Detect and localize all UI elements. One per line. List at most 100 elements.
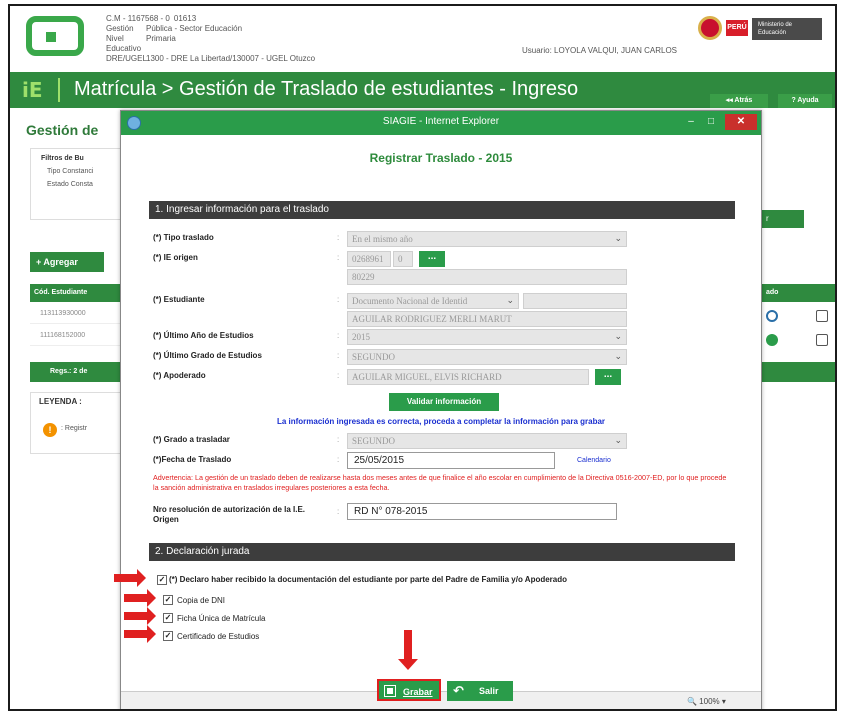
status-icon — [766, 310, 778, 322]
salir-label: Salir — [479, 686, 499, 696]
declaro-checkbox[interactable]: ✓ — [157, 575, 167, 585]
grabar-button[interactable]: Grabar — [377, 679, 441, 701]
ficha-unica-label: Ficha Única de Matrícula — [177, 614, 266, 623]
bg-agregar-button: + Agregar — [30, 252, 104, 272]
certificado-checkbox[interactable]: ✓ — [163, 631, 173, 641]
bg-filters-panel: Filtros de Bu Tipo Constanci Estado Cons… — [30, 148, 130, 220]
info-row: DRE/UGEL 1300 - DRE La Libertad/130007 - … — [106, 54, 316, 63]
bg-legend-title: LEYENDA : — [39, 397, 82, 406]
select-value: Documento Nacional de Identid — [352, 296, 468, 306]
siagie-modal-window: SIAGIE - Internet Explorer – □ ✕ Registr… — [120, 110, 762, 709]
warning-icon: ! — [43, 423, 57, 437]
bg-filters-title: Filtros de Bu — [41, 155, 84, 162]
apoderado-field: AGUILAR MIGUEL, ELVIS RICHARD — [347, 369, 589, 385]
bg-right-header: ado — [762, 284, 835, 302]
ultimo-grado-label: (*) Último Grado de Estudios — [153, 351, 262, 360]
fecha-traslado-label: (*)Fecha de Traslado — [153, 455, 232, 464]
bg-filter-estado: Estado Consta — [47, 181, 93, 188]
colon: : — [337, 507, 340, 516]
grabar-label: Grabar — [403, 687, 433, 697]
success-message: La información ingresada es correcta, pr… — [276, 417, 606, 426]
print-icon — [816, 310, 828, 322]
estudiante-doc-number[interactable] — [523, 293, 627, 309]
ie-origen-search-button[interactable]: ... — [419, 251, 445, 267]
nro-resolucion-label: Nro resolución de autorización de la I.E… — [153, 505, 306, 524]
ie-logo: iE — [22, 78, 43, 102]
page-header: C.M - 1167568 - 0 01613 Gestión Pública - … — [10, 6, 835, 64]
salir-button[interactable]: ↶ Salir — [447, 681, 513, 701]
chevron-down-icon: ⌄ — [614, 436, 622, 446]
bg-right-button: r — [762, 210, 804, 228]
grado-trasladar-select[interactable]: SEGUNDO ⌄ — [347, 433, 627, 449]
select-value: SEGUNDO — [352, 352, 396, 362]
ultimo-anio-select[interactable]: 2015 ⌄ — [347, 329, 627, 345]
back-button[interactable]: ◂◂ Atrás — [710, 94, 768, 108]
section-header-info: 1. Ingresar información para el traslado — [149, 201, 735, 219]
peru-flag: PERÚ — [726, 20, 748, 36]
peru-shield-icon — [698, 16, 722, 40]
colon: : — [337, 233, 340, 242]
ie-origen-name: 80229 — [347, 269, 627, 285]
colon: : — [337, 331, 340, 340]
annotation-arrow-icon — [114, 569, 146, 587]
bg-legend: LEYENDA : ! : Registr — [30, 392, 130, 454]
browser-statusbar: 🔍 100% ▾ — [121, 691, 761, 709]
ultimo-anio-label: (*) Último Año de Estudios — [153, 331, 254, 340]
ie-origen-label: (*) IE origen — [153, 253, 198, 262]
save-icon — [384, 685, 396, 697]
maximize-button[interactable]: □ — [703, 114, 719, 130]
fecha-traslado-input[interactable]: 25/05/2015 — [347, 452, 555, 469]
calendario-link[interactable]: Calendario — [577, 457, 611, 464]
colon: : — [337, 371, 340, 380]
copia-dni-label: Copia de DNI — [177, 596, 226, 605]
nro-resolucion-input[interactable]: RD N° 078-2015 — [347, 503, 617, 520]
ministerio-logo: Ministerio de Educación — [752, 18, 822, 40]
form-title: Registrar Traslado - 2015 — [369, 151, 513, 165]
bg-heading: Gestión de — [26, 122, 99, 138]
estudiante-name: AGUILAR RODRIGUEZ MERLI MARUT — [347, 311, 627, 327]
institution-info: C.M - 1167568 - 0 01613 Gestión Pública - … — [106, 14, 315, 64]
chevron-down-icon: ⌄ — [614, 332, 622, 342]
ficha-unica-checkbox[interactable]: ✓ — [163, 613, 173, 623]
page-title: Matrícula > Gestión de Traslado de estud… — [74, 78, 579, 100]
info-row: Gestión Pública - Sector Educación — [106, 24, 243, 33]
ie-origen-anexo[interactable]: 0 — [393, 251, 413, 267]
colon: : — [337, 253, 340, 262]
tipo-traslado-select[interactable]: En el mismo año ⌄ — [347, 231, 627, 247]
chevron-down-icon: ⌄ — [614, 352, 622, 362]
declaro-label: (*) Declaro haber recibido la documentac… — [169, 575, 568, 584]
print-icon — [816, 334, 828, 346]
colon: : — [337, 435, 340, 444]
copia-dni-checkbox[interactable]: ✓ — [163, 595, 173, 605]
zoom-control[interactable]: 🔍 100% ▾ — [687, 697, 726, 706]
chevron-down-icon: ⌄ — [506, 296, 514, 306]
title-bar: iE Matrícula > Gestión de Traslado de es… — [10, 72, 835, 108]
bg-records-count: Regs.: 2 de — [30, 362, 130, 382]
ie-origen-code[interactable]: 0268961 — [347, 251, 391, 267]
help-button[interactable]: ? Ayuda — [778, 94, 832, 108]
siagie-logo — [26, 16, 84, 56]
status-ok-icon — [766, 334, 778, 346]
tipo-traslado-label: (*) Tipo traslado — [153, 233, 214, 242]
bg-table-row: 113113930000 — [30, 304, 130, 324]
bg-legend-item: : Registr — [61, 425, 88, 432]
validar-button[interactable]: Validar información — [389, 393, 499, 411]
bg-table-header: Cód. Estudiante — [30, 284, 130, 302]
ultimo-grado-select[interactable]: SEGUNDO ⌄ — [347, 349, 627, 365]
colon: : — [337, 351, 340, 360]
info-row: C.M - 1167568 - 0 01613 — [106, 14, 197, 23]
apoderado-search-button[interactable]: ... — [595, 369, 621, 385]
bg-table-row: 111168152000 — [30, 326, 130, 346]
estudiante-doc-type-select[interactable]: Documento Nacional de Identid ⌄ — [347, 293, 519, 309]
modal-title: SIAGIE - Internet Explorer — [382, 116, 500, 127]
annotation-arrow-down-icon — [398, 630, 418, 670]
select-value: 2015 — [352, 332, 370, 342]
annotation-arrow-icon — [124, 589, 156, 607]
close-button[interactable]: ✕ — [725, 114, 757, 130]
browser-frame: C.M - 1167568 - 0 01613 Gestión Pública - … — [8, 4, 837, 711]
minimize-button[interactable]: – — [683, 114, 699, 130]
colon: : — [337, 455, 340, 464]
apoderado-label: (*) Apoderado — [153, 371, 206, 380]
estudiante-label: (*) Estudiante — [153, 295, 205, 304]
select-value: En el mismo año — [352, 234, 413, 244]
